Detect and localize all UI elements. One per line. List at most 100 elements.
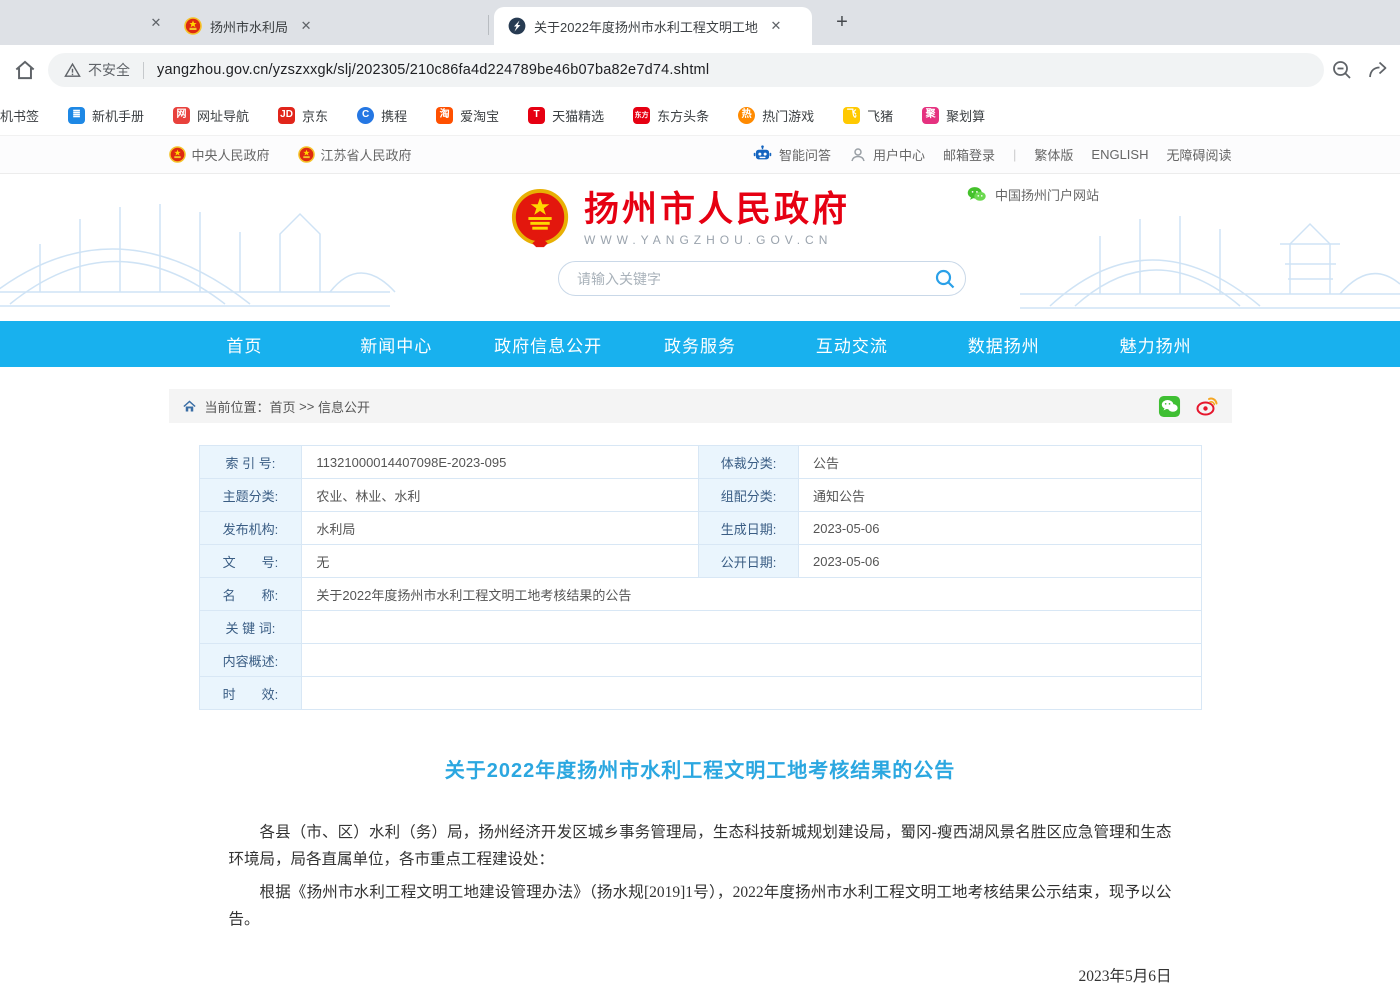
bookmark-phone-bookmarks[interactable]: 机书签: [0, 106, 39, 125]
meta-value: 11321000014407098E-2023-095: [302, 446, 699, 479]
gov-item-label: ENGLISH: [1091, 147, 1148, 162]
nav-home[interactable]: 首页: [169, 321, 321, 367]
bookmark-label: 京东: [302, 106, 328, 125]
weibo-share-icon[interactable]: [1195, 394, 1219, 418]
meta-label: 主题分类:: [199, 479, 302, 512]
url-omnibox[interactable]: 不安全 yangzhou.gov.cn/yzszxxgk/slj/202305/…: [48, 53, 1324, 87]
home-icon[interactable]: [12, 57, 38, 83]
gov-link-label: 中央人民政府: [192, 145, 270, 164]
wechat-share-icon[interactable]: [1158, 395, 1181, 418]
national-emblem-favicon: [184, 17, 202, 35]
breadcrumb: 当前位置： 首页 >> 信息公开: [169, 389, 1232, 423]
divider-glyph: |: [1013, 147, 1016, 162]
national-emblem-icon: [298, 146, 315, 163]
bookmark-new-phone-manual[interactable]: ≣ 新机手册: [68, 106, 144, 125]
breadcrumb-home-link[interactable]: 首页: [270, 397, 296, 416]
meta-label: 名 称:: [199, 578, 302, 611]
meta-value: 无: [302, 545, 699, 578]
mail-login-link[interactable]: 邮箱登录: [943, 145, 995, 164]
share-icon[interactable]: [1366, 58, 1390, 82]
document-meta-table: 索 引 号: 11321000014407098E-2023-095 体裁分类:…: [199, 445, 1202, 710]
bookmark-label: 热门游戏: [762, 106, 814, 125]
bookmark-tmall[interactable]: T 天猫精选: [528, 106, 604, 125]
navigation-icon: 网: [173, 107, 190, 124]
close-icon[interactable]: ✕: [146, 13, 166, 33]
nav-interaction[interactable]: 互动交流: [776, 321, 928, 367]
english-link[interactable]: ENGLISH: [1091, 147, 1148, 162]
bookmark-ctrip[interactable]: C 携程: [357, 106, 407, 125]
tab-title: 关于2022年度扬州市水利工程文明工地: [534, 17, 758, 36]
zoom-out-icon[interactable]: [1330, 58, 1354, 82]
tmall-icon: T: [528, 107, 545, 124]
search-input[interactable]: [559, 271, 925, 287]
national-emblem-logo: [509, 188, 571, 250]
tab-yangzhou-water-bureau[interactable]: 扬州市水利局 ✕: [170, 7, 488, 45]
bookmark-eastday[interactable]: 东方 东方头条: [633, 106, 709, 125]
wechat-icon: [966, 184, 987, 205]
meta-label: 组配分类:: [699, 479, 799, 512]
nav-news-center[interactable]: 新闻中心: [320, 321, 472, 367]
table-row: 索 引 号: 11321000014407098E-2023-095 体裁分类:…: [199, 446, 1201, 479]
taobao-icon: 淘: [436, 107, 453, 124]
smart-qa-link[interactable]: 智能问答: [752, 144, 831, 165]
bookmark-site-navigation[interactable]: 网 网址导航: [173, 106, 249, 125]
breadcrumb-prefix: 当前位置：: [205, 397, 270, 416]
site-favicon: [508, 17, 526, 35]
bookmark-hot-games[interactable]: 热 热门游戏: [738, 106, 814, 125]
nav-services[interactable]: 政务服务: [624, 321, 776, 367]
link-jiangsu-government[interactable]: 江苏省人民政府: [298, 145, 412, 164]
user-center-link[interactable]: 用户中心: [849, 145, 925, 164]
nav-info-disclosure[interactable]: 政府信息公开: [472, 321, 624, 367]
table-row: 时 效:: [199, 677, 1201, 710]
bookmark-label: 新机手册: [92, 106, 144, 125]
portal-label: 中国扬州门户网站: [995, 185, 1099, 204]
link-central-government[interactable]: 中央人民政府: [169, 145, 270, 164]
article-paragraph: 根据《扬州市水利工程文明工地建设管理办法》（扬水规[2019]1号），2022年…: [229, 879, 1172, 933]
meta-label: 发布机构:: [199, 512, 302, 545]
nav-data-yangzhou[interactable]: 数据扬州: [928, 321, 1080, 367]
bookmark-label: 携程: [381, 106, 407, 125]
meta-label: 内容概述:: [199, 644, 302, 677]
article-title: 关于2022年度扬州市水利工程文明工地考核结果的公告: [169, 754, 1232, 783]
user-icon: [849, 146, 867, 164]
article-date: 2023年5月6日: [229, 964, 1172, 986]
bookmark-juhuasuan[interactable]: 聚 聚划算: [922, 106, 985, 125]
meta-label: 文 号:: [199, 545, 302, 578]
meta-value: 公告: [798, 446, 1201, 479]
page-url[interactable]: yangzhou.gov.cn/yzszxxgk/slj/202305/210c…: [157, 62, 709, 78]
site-banner: 扬州市人民政府 WWW.YANGZHOU.GOV.CN 中国扬州门户网站: [0, 174, 1400, 321]
security-label[interactable]: 不安全: [88, 60, 130, 80]
portal-wechat-entry[interactable]: 中国扬州门户网站: [966, 184, 1099, 205]
site-url-text: WWW.YANGZHOU.GOV.CN: [584, 233, 850, 247]
manual-icon: ≣: [68, 107, 85, 124]
meta-value: 通知公告: [798, 479, 1201, 512]
traditional-chinese-link[interactable]: 繁体版: [1034, 145, 1073, 164]
breadcrumb-separator: >>: [296, 399, 318, 414]
browser-address-bar: 不安全 yangzhou.gov.cn/yzszxxgk/slj/202305/…: [0, 45, 1400, 95]
game-icon: 热: [738, 107, 755, 124]
omnibox-divider: [143, 62, 144, 79]
bookmark-label: 东方头条: [657, 106, 709, 125]
table-row: 文 号: 无 公开日期: 2023-05-06: [199, 545, 1201, 578]
accessibility-link[interactable]: 无障碍阅读: [1166, 145, 1231, 164]
robot-icon: [752, 144, 773, 165]
nav-charm-yangzhou[interactable]: 魅力扬州: [1080, 321, 1232, 367]
home-icon: [182, 399, 197, 414]
bookmark-jd[interactable]: JD 京东: [278, 106, 328, 125]
article-body: 关于2022年度扬州市水利工程文明工地考核结果的公告 各县（市、区）水利（务）局…: [169, 754, 1232, 997]
table-row: 名 称: 关于2022年度扬州市水利工程文明工地考核结果的公告: [199, 578, 1201, 611]
bookmark-fliggy[interactable]: 飞 飞猪: [843, 106, 893, 125]
close-icon[interactable]: ✕: [296, 16, 316, 36]
article-paragraph: 各县（市、区）水利（务）局，扬州经济开发区城乡事务管理局，生态科技新城规划建设局…: [229, 819, 1172, 873]
close-icon[interactable]: ✕: [766, 16, 786, 36]
search-button[interactable]: [925, 262, 965, 295]
tab-announcement-active[interactable]: 关于2022年度扬州市水利工程文明工地 ✕: [494, 7, 812, 45]
breadcrumb-section-link[interactable]: 信息公开: [318, 397, 370, 416]
site-logo[interactable]: 扬州市人民政府 WWW.YANGZHOU.GOV.CN: [509, 188, 850, 250]
new-tab-button[interactable]: +: [828, 9, 856, 37]
juhuasuan-icon: 聚: [922, 107, 939, 124]
bookmark-aitaobao[interactable]: 淘 爱淘宝: [436, 106, 499, 125]
meta-label: 时 效:: [199, 677, 302, 710]
table-row: 主题分类: 农业、林业、水利 组配分类: 通知公告: [199, 479, 1201, 512]
table-row: 内容概述:: [199, 644, 1201, 677]
